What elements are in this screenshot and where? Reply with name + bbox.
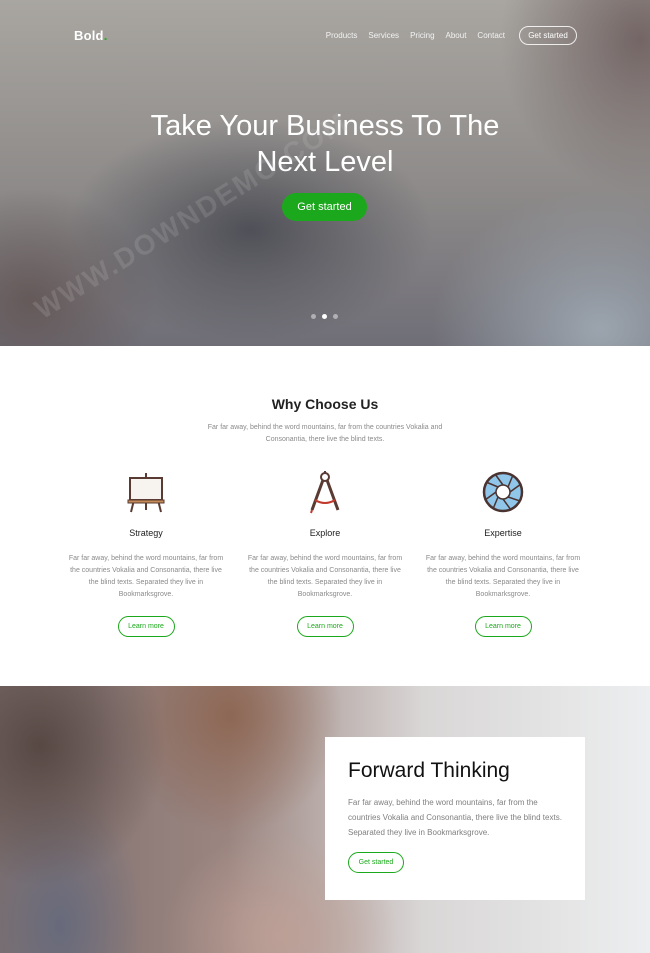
feature-text: Far far away, behind the word mountains,… <box>247 555 403 598</box>
nav-get-started-button[interactable]: Get started <box>519 26 577 45</box>
section-title: Why Choose Us <box>271 396 379 412</box>
hero-title: Take Your Business To The Next Level <box>0 108 650 180</box>
card-title: Forward Thinking <box>348 759 510 782</box>
hero-get-started-button[interactable]: Get started <box>282 193 367 221</box>
forward-thinking-card: Forward Thinking Far far away, behind th… <box>325 737 585 900</box>
nav-pricing[interactable]: Pricing <box>410 31 434 40</box>
feature-explore: Explore Far far away, behind the word mo… <box>245 470 405 637</box>
aperture-icon <box>482 471 524 513</box>
section-intro: Far far away, behind the word mountains,… <box>207 424 443 443</box>
learn-more-button[interactable]: Learn more <box>474 616 532 637</box>
nav-contact[interactable]: Contact <box>477 31 505 40</box>
slider-dot-3[interactable] <box>333 314 338 319</box>
learn-more-button[interactable]: Learn more <box>296 616 354 637</box>
feature-expertise: Expertise Far far away, behind the word … <box>423 470 583 637</box>
feature-text: Far far away, behind the word mountains,… <box>68 555 224 598</box>
main-nav: Products Services Pricing About Contact … <box>315 26 577 45</box>
forward-thinking-section: Forward Thinking Far far away, behind th… <box>0 686 650 953</box>
hero-section: Bold. Products Services Pricing About Co… <box>0 0 650 346</box>
compass-icon <box>310 471 340 514</box>
easel-icon <box>127 473 165 513</box>
nav-about[interactable]: About <box>446 31 467 40</box>
learn-more-button[interactable]: Learn more <box>117 616 175 637</box>
brand-logo[interactable]: Bold. <box>74 28 108 43</box>
feature-title: Explore <box>309 528 341 538</box>
feature-title: Strategy <box>129 528 163 538</box>
feature-title: Expertise <box>484 528 522 538</box>
logo-dot: . <box>103 28 108 43</box>
why-choose-us-section: Why Choose Us Far far away, behind the w… <box>0 346 650 686</box>
hero-title-line-2: Next Level <box>256 146 394 178</box>
hero-title-line-1: Take Your Business To The <box>150 110 500 142</box>
logo-text: Bold <box>74 28 104 43</box>
feature-strategy: Strategy Far far away, behind the word m… <box>66 470 226 637</box>
slider-dot-1[interactable] <box>311 314 316 319</box>
nav-services[interactable]: Services <box>368 31 399 40</box>
slider-dot-2[interactable] <box>322 314 327 319</box>
nav-products[interactable]: Products <box>326 31 358 40</box>
feature-text: Far far away, behind the word mountains,… <box>425 555 581 598</box>
slider-dots <box>311 314 344 319</box>
card-get-started-button[interactable]: Get started <box>348 852 404 873</box>
card-text: Far far away, behind the word mountains,… <box>348 798 562 837</box>
